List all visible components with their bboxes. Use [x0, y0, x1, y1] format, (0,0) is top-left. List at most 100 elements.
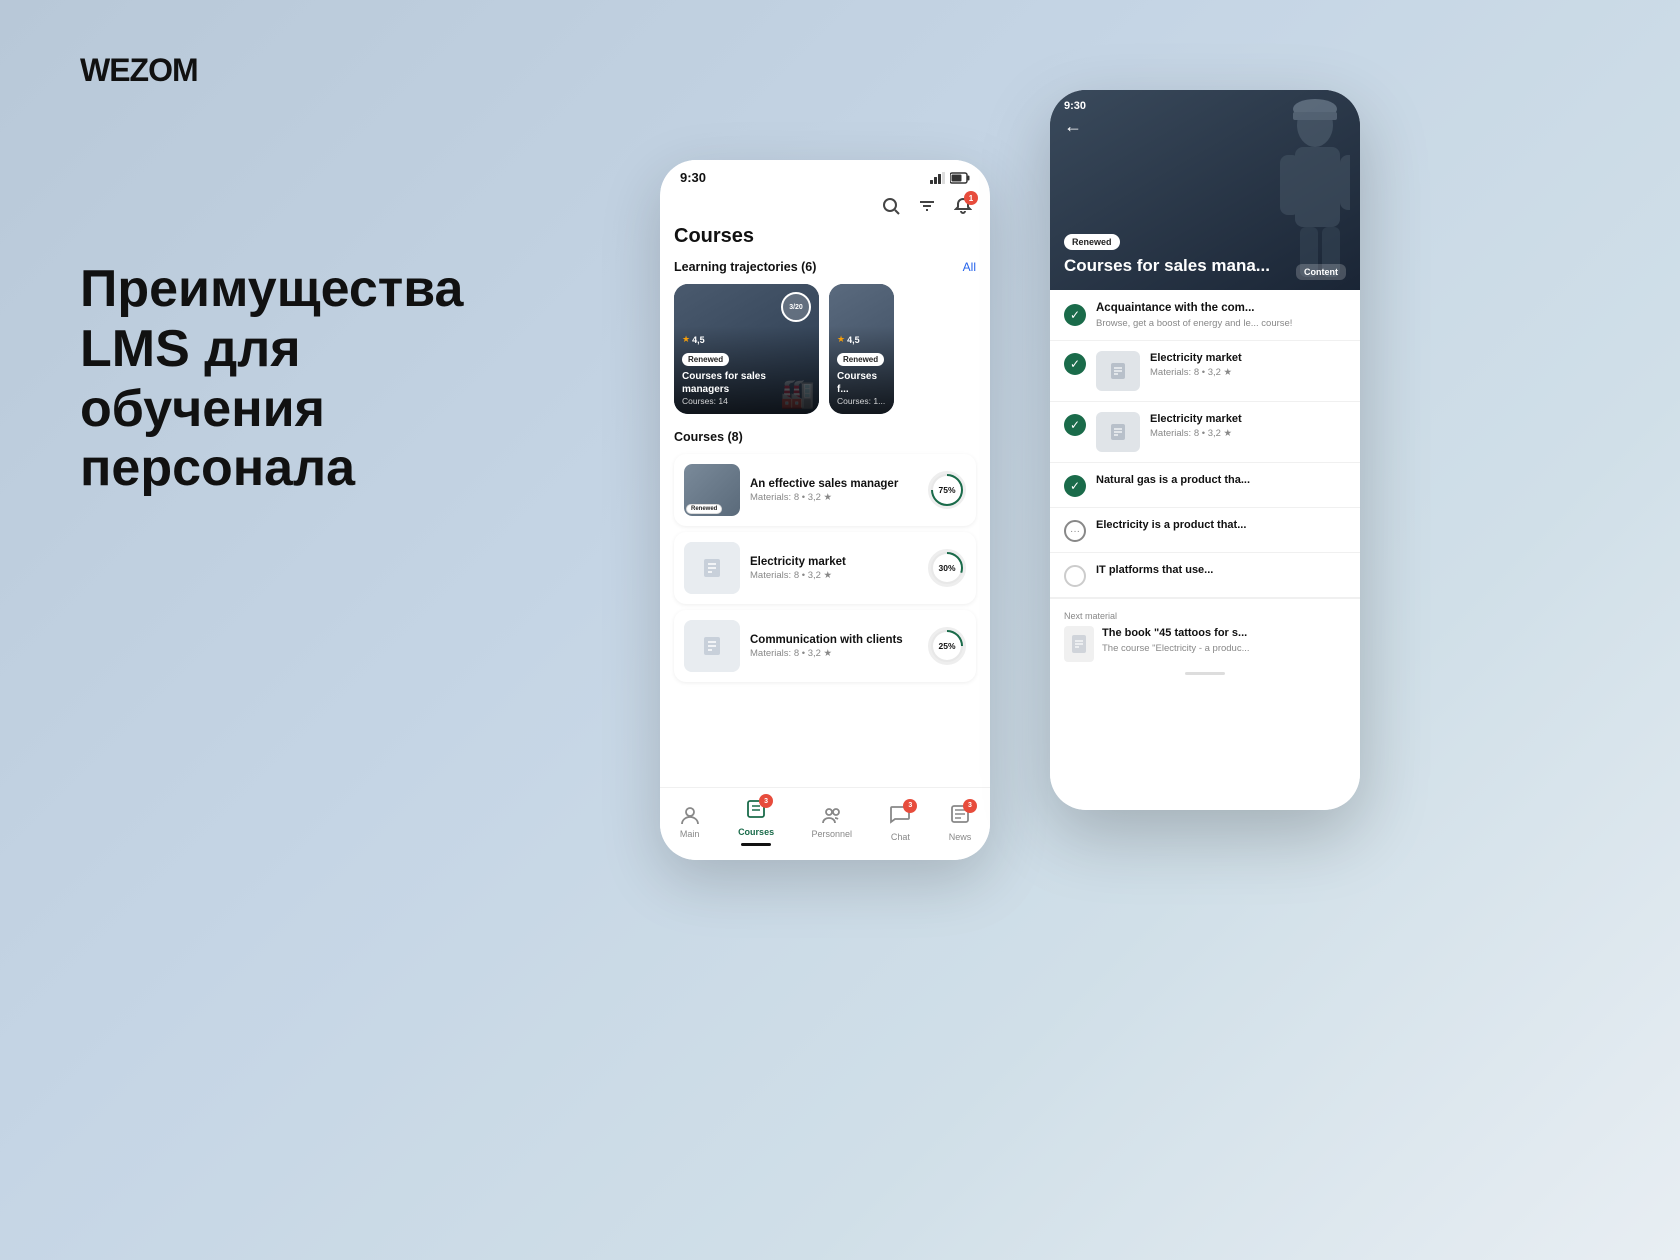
content-tab[interactable]: Content: [1296, 264, 1346, 280]
detail-header-content: Acquaintance with the com... Browse, get…: [1096, 302, 1292, 330]
detail-item-meta-1: Materials: 8 • 3,2 ★: [1150, 367, 1346, 378]
course-progress-0: 75%: [928, 471, 966, 509]
detail-item-content-3: Natural gas is a product tha...: [1096, 473, 1346, 487]
card-badge-1: Renewed: [682, 353, 729, 366]
phone2-hero: 9:30 ← Renewed Courses for sales mana...…: [1050, 90, 1360, 290]
search-button[interactable]: [880, 195, 902, 217]
nav-main[interactable]: Main: [679, 805, 701, 839]
check-circle-dots-4: ···: [1064, 520, 1086, 542]
courses-section-header: Courses (8): [674, 430, 976, 444]
course-name-0: An effective sales manager: [750, 478, 918, 490]
filter-button[interactable]: [916, 195, 938, 217]
phone1-statusbar: 9:30: [660, 160, 990, 189]
card-progress-1: 3/20: [781, 292, 811, 322]
next-material-content: The book "45 tattoos for s... The course…: [1064, 626, 1346, 662]
next-material-sub: The course "Electricity - a produc...: [1102, 643, 1250, 654]
trajectory-cards-row: 3/20 ★ 4,5 Renewed Courses for sales man…: [674, 284, 976, 414]
bottom-handle: [1185, 672, 1225, 675]
next-material-title: The book "45 tattoos for s...: [1102, 626, 1250, 640]
next-material-text: The book "45 tattoos for s... The course…: [1102, 626, 1250, 653]
phone2-hero-overlay: Renewed Courses for sales mana... Conten…: [1050, 218, 1360, 290]
renewed-badge-0: Renewed: [686, 504, 722, 514]
course-item-0[interactable]: Renewed An effective sales manager Mater…: [674, 454, 976, 526]
phone2-time: 9:30: [1064, 100, 1086, 112]
detail-item-2[interactable]: ✓ Electricity market Materials: 8 • 3,2 …: [1050, 402, 1360, 463]
course-progress-1: 30%: [928, 549, 966, 587]
news-nav-badge: 3: [963, 799, 977, 813]
pdf-icon: [1071, 634, 1087, 654]
check-circle-1: ✓: [1064, 353, 1086, 375]
next-material-section: Next material The book "45 tattoos for s…: [1050, 598, 1360, 687]
phone1-header: 1: [660, 189, 990, 225]
course-meta-1: Materials: 8 • 3,2 ★: [750, 570, 918, 581]
nav-news[interactable]: 3 News: [949, 803, 972, 842]
battery-icon: [950, 172, 970, 184]
course-thumb-0: Renewed: [684, 464, 740, 516]
course-name-1: Electricity market: [750, 556, 918, 568]
detail-thumb-2: [1096, 412, 1140, 452]
detail-header-sub: Browse, get a boost of energy and le... …: [1096, 317, 1292, 330]
card-courses-2: Courses: 1...: [837, 396, 886, 406]
bottom-nav: Main 3 Courses Personnel: [660, 787, 990, 860]
doc-thumb-icon: [1109, 362, 1127, 380]
detail-header-title: Acquaintance with the com...: [1096, 302, 1292, 314]
course-item-1[interactable]: Electricity market Materials: 8 • 3,2 ★ …: [674, 532, 976, 604]
detail-item-name-5: IT platforms that use...: [1096, 563, 1346, 577]
learning-section-label: Learning trajectories (6): [674, 260, 816, 274]
detail-item-5[interactable]: IT platforms that use...: [1050, 553, 1360, 598]
notification-badge: 1: [964, 191, 978, 205]
check-circle-2: ✓: [1064, 414, 1086, 436]
page-headline: Преимущества LMS для обучения персонала: [80, 260, 580, 499]
course-info-0: An effective sales manager Materials: 8 …: [750, 478, 918, 503]
card-rating-2: ★ 4,5: [837, 334, 886, 345]
nav-active-indicator: [741, 843, 771, 846]
detail-item-content-2: Electricity market Materials: 8 • 3,2 ★: [1150, 412, 1346, 438]
detail-item-name-1: Electricity market: [1150, 351, 1346, 365]
detail-item-name-3: Natural gas is a product tha...: [1096, 473, 1346, 487]
trajectory-card-2[interactable]: ★ 4,5 Renewed Courses f... Courses: 1...: [829, 284, 894, 414]
course-info-2: Communication with clients Materials: 8 …: [750, 634, 918, 659]
detail-item-content-5: IT platforms that use...: [1096, 563, 1346, 577]
detail-item-4[interactable]: ··· Electricity is a product that...: [1050, 508, 1360, 553]
course-meta-0: Materials: 8 • 3,2 ★: [750, 492, 918, 503]
card-overlay-2: ★ 4,5 Renewed Courses f... Courses: 1...: [829, 326, 894, 414]
detail-item-1[interactable]: ✓ Electricity market Materials: 8 • 3,2 …: [1050, 341, 1360, 402]
nav-personnel[interactable]: Personnel: [811, 805, 852, 839]
phone1-time: 9:30: [680, 170, 706, 185]
card-rating-1: ★ 4,5: [682, 334, 811, 345]
detail-item-3[interactable]: ✓ Natural gas is a product tha...: [1050, 463, 1360, 508]
nav-courses-label: Courses: [738, 827, 774, 837]
nav-courses[interactable]: 3 Courses: [738, 798, 774, 846]
nav-news-label: News: [949, 832, 972, 842]
headline-line2: обучения персонала: [80, 380, 355, 498]
course-thumb-2: [684, 620, 740, 672]
nav-chat-label: Chat: [891, 832, 910, 842]
card-badge-2: Renewed: [837, 353, 884, 366]
courses-list: Renewed An effective sales manager Mater…: [674, 454, 976, 682]
phone2-device: 9:30 ← Renewed Courses for sales mana...…: [1050, 90, 1360, 810]
chat-nav-badge: 3: [903, 799, 917, 813]
detail-item-name-2: Electricity market: [1150, 412, 1346, 426]
next-material-icon: [1064, 626, 1094, 662]
course-item-2[interactable]: Communication with clients Materials: 8 …: [674, 610, 976, 682]
detail-item-meta-2: Materials: 8 • 3,2 ★: [1150, 428, 1346, 439]
phone1-status-icons: [930, 172, 970, 184]
wezoom-logo: WEZOM: [80, 52, 198, 89]
phone1-device: 9:30: [660, 160, 990, 860]
detail-item-name-4: Electricity is a product that...: [1096, 518, 1346, 532]
nav-personnel-label: Personnel: [811, 829, 852, 839]
next-material-label: Next material: [1064, 611, 1346, 621]
star-icon: ★: [682, 334, 690, 345]
nav-main-label: Main: [680, 829, 700, 839]
detail-item-content-4: Electricity is a product that...: [1096, 518, 1346, 532]
star-icon-2: ★: [837, 334, 845, 345]
trajectory-card-1[interactable]: 3/20 ★ 4,5 Renewed Courses for sales man…: [674, 284, 819, 414]
signal-icon: [930, 172, 946, 184]
phone2-renewed-badge: Renewed: [1064, 234, 1120, 250]
notification-button[interactable]: 1: [952, 195, 974, 217]
nav-chat[interactable]: 3 Chat: [889, 803, 911, 842]
phone2-back-button[interactable]: ←: [1064, 116, 1082, 137]
doc-icon: [701, 557, 723, 579]
courses-nav-badge: 3: [759, 794, 773, 808]
learning-all-link[interactable]: All: [963, 260, 976, 274]
